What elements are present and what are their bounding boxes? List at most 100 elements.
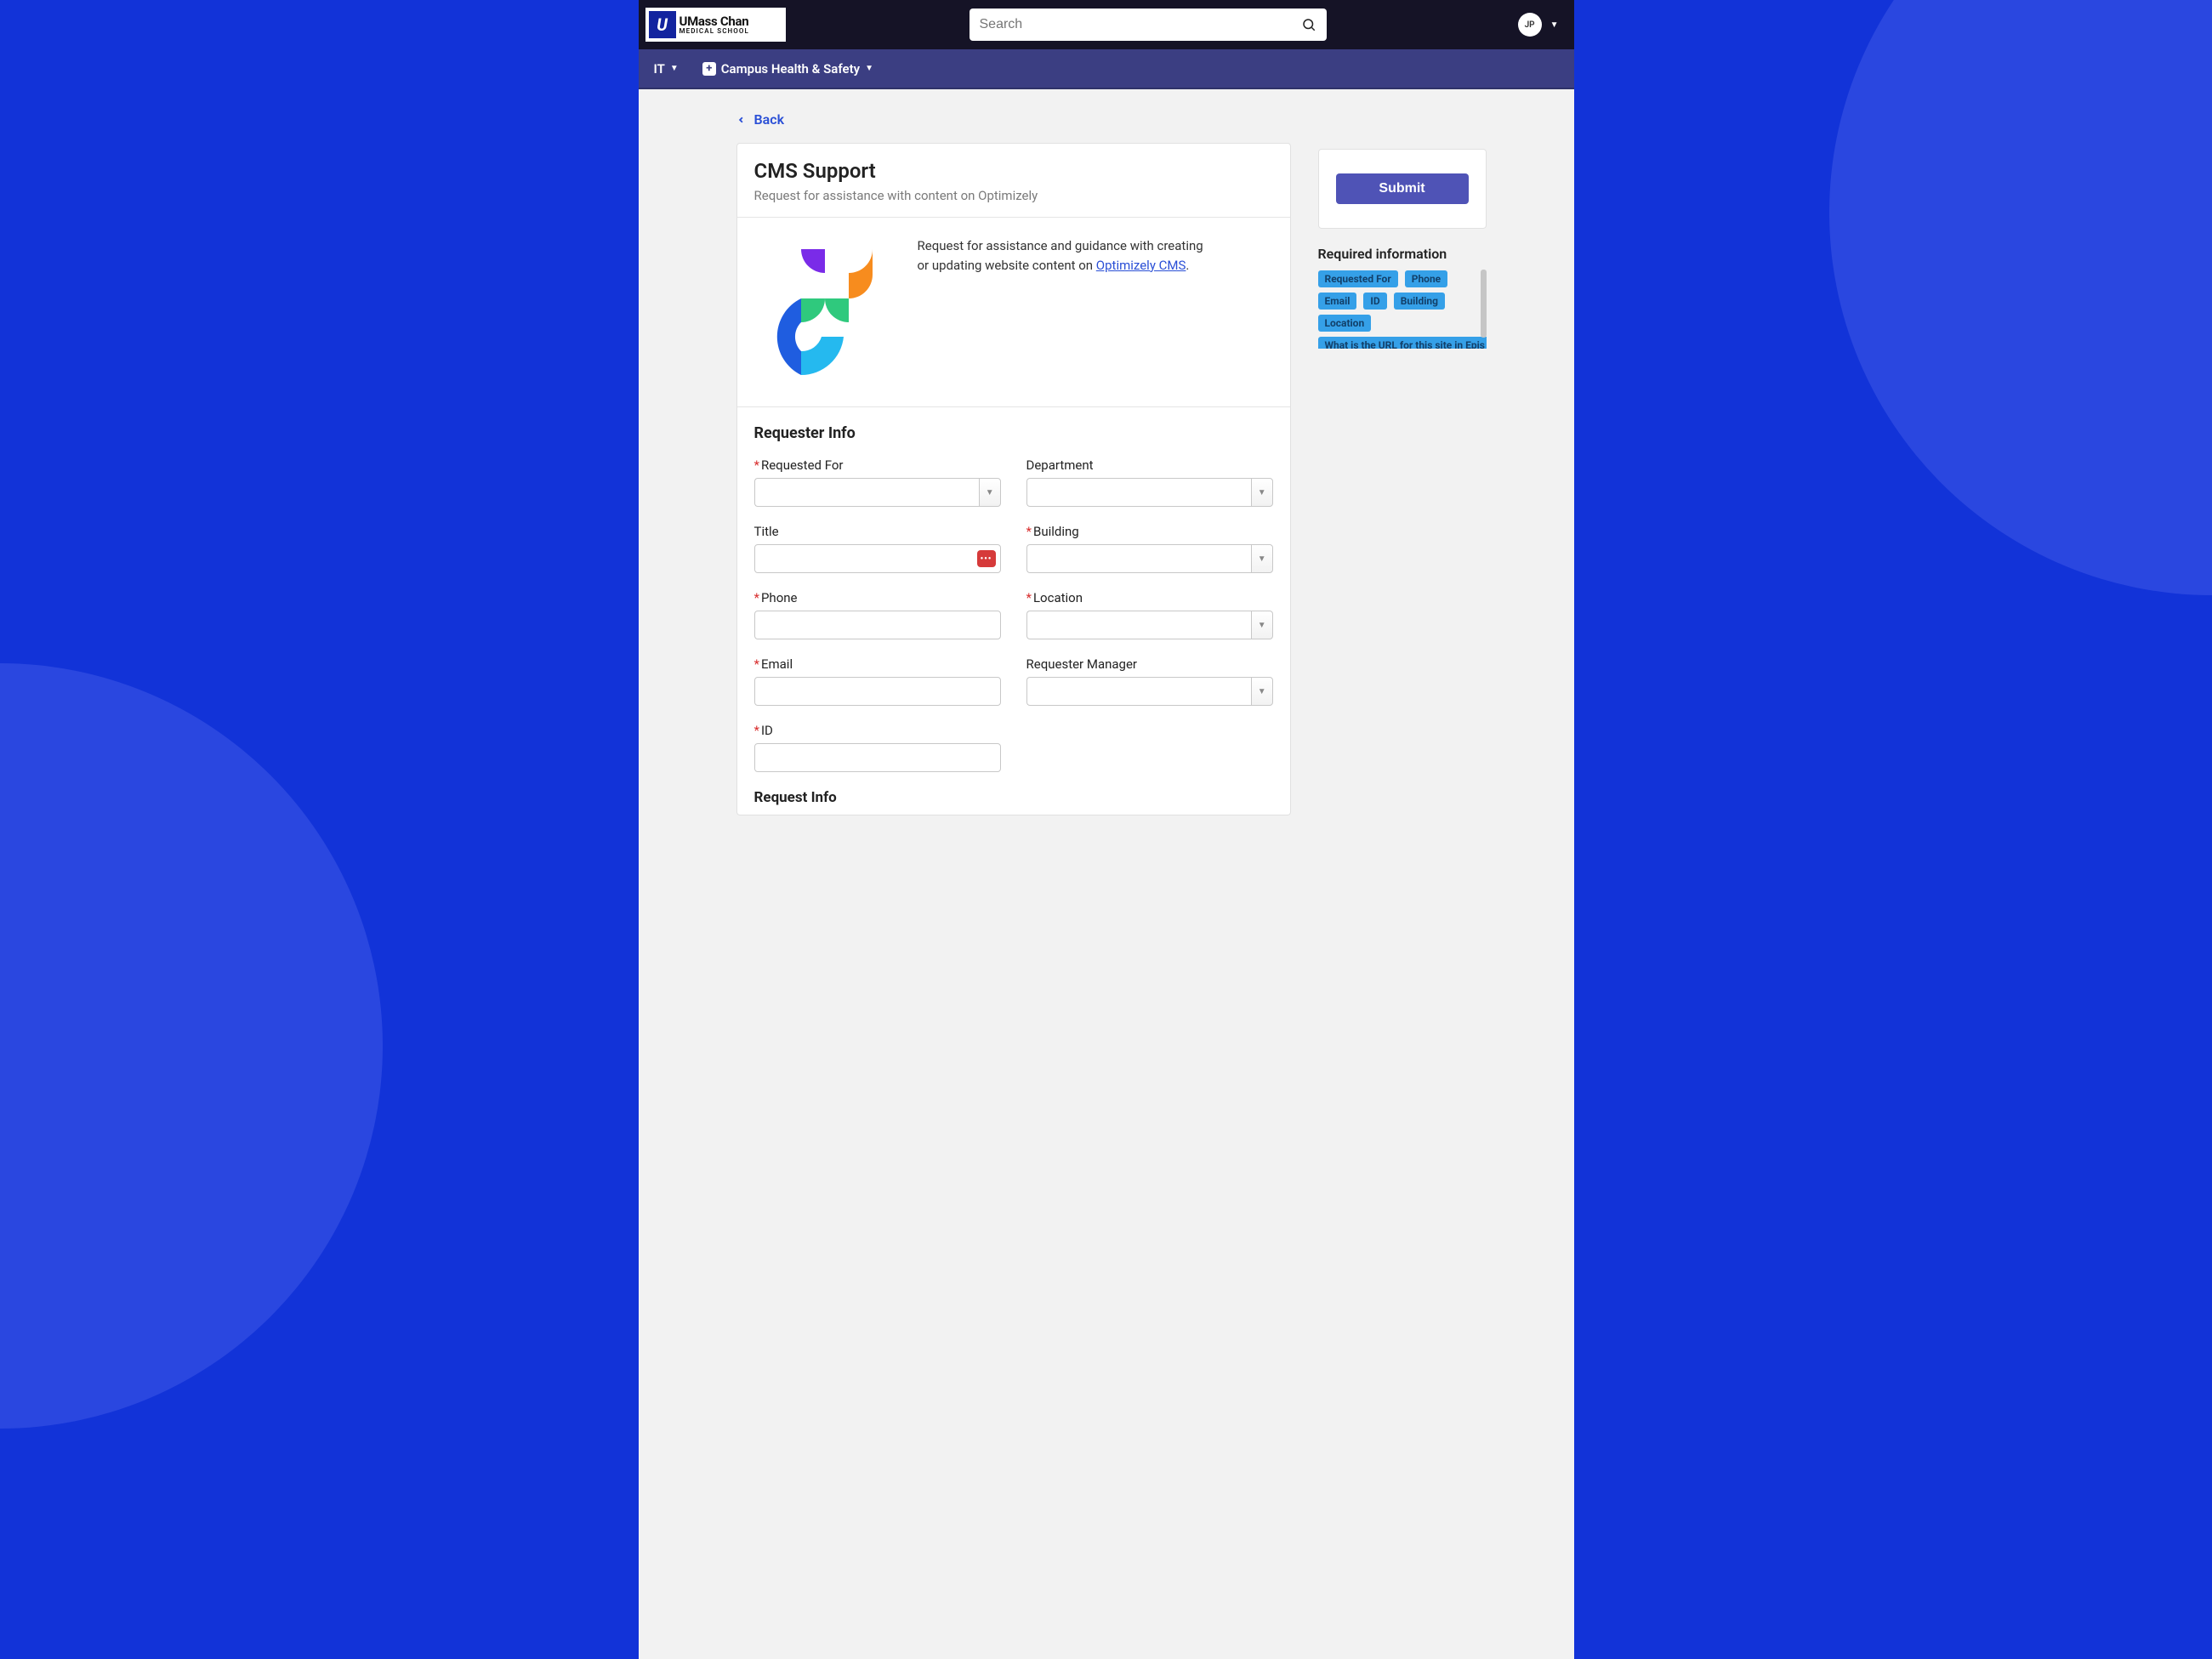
label-text: Location <box>1033 590 1083 605</box>
label-requested-for: *Requested For <box>754 457 1001 473</box>
field-building: *Building ▼ <box>1026 524 1273 573</box>
secondary-nav: IT ▼ + Campus Health & Safety ▼ <box>639 49 1574 89</box>
caret-down-icon: ▼ <box>1258 687 1266 696</box>
nav-campus-health[interactable]: + Campus Health & Safety ▼ <box>702 61 873 77</box>
required-tag[interactable]: Phone <box>1405 270 1447 287</box>
back-row: Back <box>736 111 1291 128</box>
plus-square-icon: + <box>702 62 716 76</box>
form-grid: *Requested For ▼ Department ▼ <box>754 457 1273 772</box>
label-text: Email <box>761 656 793 672</box>
nav-it[interactable]: IT ▼ <box>654 61 679 77</box>
required-info-title: Required information <box>1318 246 1487 262</box>
input-requester-manager[interactable] <box>1026 677 1251 706</box>
field-email: *Email <box>754 656 1001 706</box>
label-text: ID <box>761 723 773 738</box>
label-id: *ID <box>754 723 1001 738</box>
search-input[interactable] <box>980 17 1301 32</box>
input-building[interactable] <box>1026 544 1251 573</box>
field-requester-manager: Requester Manager ▼ <box>1026 656 1273 706</box>
required-info-panel: Required information Requested For Phone E… <box>1318 246 1487 349</box>
back-label: Back <box>754 111 785 128</box>
global-search[interactable] <box>970 9 1327 41</box>
label-text: Phone <box>761 590 798 605</box>
optimizely-link[interactable]: Optimizely CMS <box>1096 258 1186 273</box>
field-requested-for: *Requested For ▼ <box>754 457 1001 507</box>
submit-card: Submit <box>1318 149 1487 229</box>
caret-down-icon: ▼ <box>1258 621 1266 630</box>
page-content: Back CMS Support Request for assistance … <box>639 89 1574 849</box>
field-location: *Location ▼ <box>1026 590 1273 639</box>
input-title[interactable] <box>754 544 1001 573</box>
required-tag[interactable]: Location <box>1318 315 1372 332</box>
brand-text-sub: MEDICAL SCHOOL <box>680 28 749 35</box>
caret-down-icon: ▼ <box>865 64 873 73</box>
brand-text-main: UMass Chan <box>680 15 749 28</box>
label-text: Requested For <box>761 457 844 473</box>
side-column: Submit Required information Requested Fo… <box>1318 149 1487 349</box>
background-circle <box>0 663 383 1429</box>
caret-down-icon: ▼ <box>1258 488 1266 497</box>
field-title: Title ••• <box>754 524 1001 573</box>
required-tag[interactable]: What is the URL for this site in Epis <box>1318 337 1487 349</box>
field-department: Department ▼ <box>1026 457 1273 507</box>
page-title: CMS Support <box>754 159 1273 183</box>
form-card: CMS Support Request for assistance with … <box>736 143 1291 815</box>
scrollbar[interactable] <box>1481 270 1487 338</box>
caret-down-icon: ▼ <box>1550 20 1559 30</box>
label-title: Title <box>754 524 1001 539</box>
label-requester-manager: Requester Manager <box>1026 656 1273 672</box>
submit-button[interactable]: Submit <box>1336 173 1469 204</box>
section-request-info: Request Info <box>754 789 1273 806</box>
input-requested-for[interactable] <box>754 478 979 507</box>
caret-down-icon: ▼ <box>986 488 994 497</box>
dropdown-button[interactable]: ▼ <box>1251 611 1273 639</box>
search-icon <box>1301 17 1316 32</box>
brand-mark-icon: U <box>649 11 676 38</box>
input-location[interactable] <box>1026 611 1251 639</box>
back-link[interactable]: Back <box>736 111 1291 128</box>
label-email: *Email <box>754 656 1001 672</box>
required-tag[interactable]: Email <box>1318 293 1357 310</box>
caret-down-icon: ▼ <box>670 64 679 73</box>
required-tag[interactable]: Requested For <box>1318 270 1398 287</box>
user-menu[interactable]: JP ▼ <box>1518 13 1567 37</box>
input-id[interactable] <box>754 743 1001 772</box>
app-frame: U UMass Chan MEDICAL SCHOOL JP ▼ IT ▼ + … <box>639 0 1574 1659</box>
input-email[interactable] <box>754 677 1001 706</box>
avatar: JP <box>1518 13 1542 37</box>
section-requester-info: Requester Info <box>754 424 1273 442</box>
chevron-left-icon <box>736 113 746 127</box>
page-subtitle: Request for assistance with content on O… <box>754 188 1273 203</box>
brand-text: UMass Chan MEDICAL SCHOOL <box>680 15 749 35</box>
field-id: *ID <box>754 723 1001 772</box>
brand-logo[interactable]: U UMass Chan MEDICAL SCHOOL <box>645 8 786 42</box>
required-tags: Requested For Phone Email ID Building Locatio… <box>1318 270 1487 349</box>
label-department: Department <box>1026 457 1273 473</box>
main-column: Back CMS Support Request for assistance … <box>736 111 1291 815</box>
caret-down-icon: ▼ <box>1258 554 1266 564</box>
intro-description: Request for assistance and guidance with… <box>918 236 1207 381</box>
card-intro: Request for assistance and guidance with… <box>737 218 1290 407</box>
top-bar: U UMass Chan MEDICAL SCHOOL JP ▼ <box>639 0 1574 49</box>
label-phone: *Phone <box>754 590 1001 605</box>
dropdown-button[interactable]: ▼ <box>1251 544 1273 573</box>
form-area: Requester Info *Requested For ▼ Departme… <box>737 407 1290 815</box>
dropdown-button[interactable]: ▼ <box>1251 478 1273 507</box>
required-tag[interactable]: Building <box>1394 293 1445 310</box>
input-department[interactable] <box>1026 478 1251 507</box>
nav-label: IT <box>654 61 665 77</box>
card-header: CMS Support Request for assistance with … <box>737 144 1290 218</box>
desc-post: . <box>1186 258 1189 273</box>
label-text: Building <box>1033 524 1079 539</box>
dropdown-button[interactable]: ▼ <box>1251 677 1273 706</box>
background-circle <box>1829 0 2212 595</box>
dropdown-button[interactable]: ▼ <box>979 478 1001 507</box>
field-phone: *Phone <box>754 590 1001 639</box>
input-phone[interactable] <box>754 611 1001 639</box>
required-tag[interactable]: ID <box>1363 293 1386 310</box>
optimizely-logo-icon <box>754 236 899 381</box>
input-action-badge[interactable]: ••• <box>977 550 996 567</box>
nav-label: Campus Health & Safety <box>721 61 860 77</box>
label-location: *Location <box>1026 590 1273 605</box>
label-building: *Building <box>1026 524 1273 539</box>
